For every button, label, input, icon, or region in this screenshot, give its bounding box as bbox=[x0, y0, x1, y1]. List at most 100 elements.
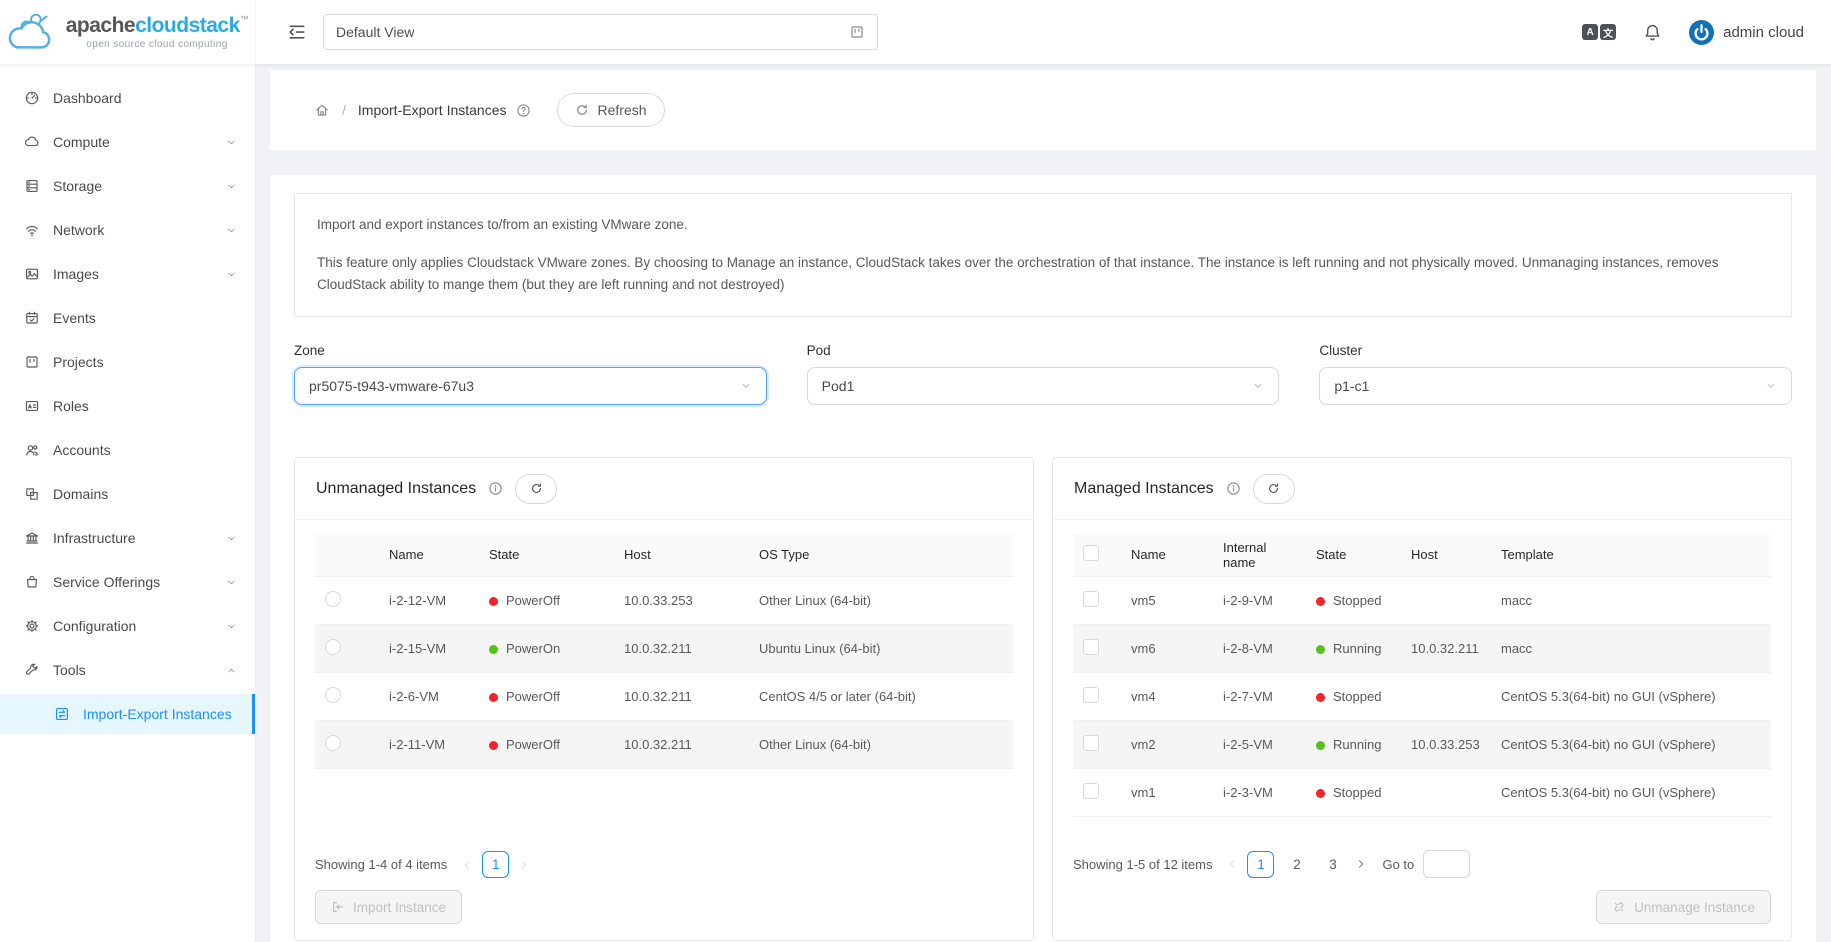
cell-name: vm2 bbox=[1121, 720, 1213, 768]
cell-template: CentOS 5.3(64-bit) no GUI (vSphere) bbox=[1491, 720, 1771, 768]
breadcrumb-bar: / Import-Export Instances Refresh bbox=[270, 70, 1816, 150]
row-radio[interactable] bbox=[325, 735, 341, 751]
cell-os-type: Other Linux (64-bit) bbox=[749, 576, 1013, 624]
unmanage-instance-button[interactable]: Unmanage Instance bbox=[1596, 890, 1771, 924]
cell-name: i-2-12-VM bbox=[379, 576, 479, 624]
row-checkbox[interactable] bbox=[1083, 687, 1099, 703]
unmanaged-refresh-button[interactable] bbox=[515, 474, 557, 504]
selection-column-header bbox=[1073, 534, 1121, 576]
cell-internal-name: i-2-5-VM bbox=[1213, 720, 1306, 768]
cell-host: 10.0.32.211 bbox=[614, 720, 749, 768]
unmanaged-actions: Import Instance bbox=[305, 890, 1023, 924]
refresh-button[interactable]: Refresh bbox=[557, 93, 665, 127]
sidebar-item-import-export-instances[interactable]: Import-Export Instances bbox=[0, 694, 255, 734]
sidebar-item-label: Configuration bbox=[53, 618, 213, 634]
row-checkbox[interactable] bbox=[1083, 783, 1099, 799]
cell-state: PowerOff bbox=[479, 672, 614, 720]
status-dot bbox=[489, 597, 498, 606]
pagination-next-icon[interactable] bbox=[1355, 858, 1367, 870]
status-dot bbox=[1316, 789, 1325, 798]
table-header-row: NameInternal nameStateHostTemplate bbox=[1073, 534, 1771, 576]
cell-host: 10.0.32.211 bbox=[1401, 624, 1491, 672]
chevron-down-icon bbox=[1252, 380, 1264, 392]
sidebar-item-storage[interactable]: Storage bbox=[0, 166, 255, 206]
brand-text: apachecloudstack™ open source cloud comp… bbox=[66, 15, 249, 50]
pod-select-value: Pod1 bbox=[822, 378, 855, 394]
sidebar-item-label: Service Offerings bbox=[53, 574, 213, 590]
sidebar-item-label: Accounts bbox=[53, 442, 237, 458]
notifications-bell-icon[interactable] bbox=[1643, 23, 1662, 42]
cluster-select[interactable]: p1-c1 bbox=[1319, 367, 1792, 405]
user-menu[interactable]: admin cloud bbox=[1689, 20, 1804, 45]
sidebar-item-accounts[interactable]: Accounts bbox=[0, 430, 255, 470]
row-checkbox[interactable] bbox=[1083, 639, 1099, 655]
chevron-down-icon bbox=[226, 577, 237, 588]
chevron-down-icon bbox=[1765, 380, 1777, 392]
row-select-cell bbox=[315, 624, 379, 672]
sidebar-item-images[interactable]: Images bbox=[0, 254, 255, 294]
sidebar-item-events[interactable]: Events bbox=[0, 298, 255, 338]
goto-page-input[interactable] bbox=[1423, 850, 1470, 878]
row-checkbox[interactable] bbox=[1083, 591, 1099, 607]
sidebar-item-projects[interactable]: Projects bbox=[0, 342, 255, 382]
app-logo[interactable]: apachecloudstack™ open source cloud comp… bbox=[0, 0, 256, 64]
cell-host: 10.0.33.253 bbox=[1401, 720, 1491, 768]
home-icon[interactable] bbox=[314, 102, 330, 118]
wifi-icon bbox=[24, 222, 40, 238]
shopping-icon bbox=[24, 574, 40, 590]
chevron-down-icon bbox=[226, 137, 237, 148]
cell-internal-name: i-2-8-VM bbox=[1213, 624, 1306, 672]
view-selector[interactable]: Default View bbox=[323, 14, 878, 50]
pagination-page-2[interactable]: 2 bbox=[1283, 851, 1310, 878]
managed-refresh-button[interactable] bbox=[1253, 474, 1295, 504]
zone-select[interactable]: pr5075-t943-vmware-67u3 bbox=[294, 367, 767, 405]
sidebar-item-compute[interactable]: Compute bbox=[0, 122, 255, 162]
status-dot bbox=[489, 645, 498, 654]
pagination-page-3[interactable]: 3 bbox=[1319, 851, 1346, 878]
sidebar-item-domains[interactable]: Domains bbox=[0, 474, 255, 514]
translation-icon[interactable]: A文 bbox=[1582, 24, 1616, 40]
help-question-icon[interactable] bbox=[516, 103, 531, 118]
row-radio[interactable] bbox=[325, 687, 341, 703]
team-icon bbox=[24, 442, 40, 458]
sidebar-item-tools[interactable]: Tools bbox=[0, 650, 255, 690]
column-header-os-type: OS Type bbox=[749, 534, 1013, 576]
managed-actions: Unmanage Instance bbox=[1063, 890, 1781, 924]
cell-state: PowerOff bbox=[479, 576, 614, 624]
table-row: i-2-6-VMPowerOff10.0.32.211CentOS 4/5 or… bbox=[315, 672, 1013, 720]
cell-host bbox=[1401, 672, 1491, 720]
sidebar-item-roles[interactable]: Roles bbox=[0, 386, 255, 426]
pagination-page-1[interactable]: 1 bbox=[1247, 851, 1274, 878]
import-instance-button[interactable]: Import Instance bbox=[315, 890, 462, 924]
sidebar-item-dashboard[interactable]: Dashboard bbox=[0, 78, 255, 118]
chevron-down-icon bbox=[226, 225, 237, 236]
reload-icon bbox=[530, 482, 543, 495]
row-select-cell bbox=[315, 720, 379, 768]
status-dot bbox=[1316, 741, 1325, 750]
sidebar-item-configuration[interactable]: Configuration bbox=[0, 606, 255, 646]
cell-state: Running bbox=[1306, 624, 1401, 672]
pod-select[interactable]: Pod1 bbox=[807, 367, 1280, 405]
column-header-state: State bbox=[1306, 534, 1401, 576]
scope-filters: Zone pr5075-t943-vmware-67u3 Pod Pod1 Cl… bbox=[294, 343, 1792, 405]
sidebar-item-infrastructure[interactable]: Infrastructure bbox=[0, 518, 255, 558]
import-instance-label: Import Instance bbox=[353, 900, 446, 915]
sidebar-item-label: Tools bbox=[53, 662, 213, 678]
select-all-checkbox[interactable] bbox=[1083, 545, 1099, 561]
row-radio[interactable] bbox=[325, 639, 341, 655]
pagination-next-icon bbox=[518, 859, 530, 871]
sidebar-item-service-offerings[interactable]: Service Offerings bbox=[0, 562, 255, 602]
row-radio[interactable] bbox=[325, 591, 341, 607]
cell-os-type: CentOS 4/5 or later (64-bit) bbox=[749, 672, 1013, 720]
status-dot bbox=[489, 741, 498, 750]
cell-host: 10.0.32.211 bbox=[614, 672, 749, 720]
cluster-label: Cluster bbox=[1319, 343, 1792, 358]
menu-fold-icon[interactable] bbox=[287, 22, 307, 42]
cell-internal-name: i-2-9-VM bbox=[1213, 576, 1306, 624]
description-line-2: This feature only applies Cloudstack VMw… bbox=[317, 252, 1769, 296]
pagination-page-1[interactable]: 1 bbox=[482, 851, 509, 878]
sidebar-item-network[interactable]: Network bbox=[0, 210, 255, 250]
row-checkbox[interactable] bbox=[1083, 735, 1099, 751]
cell-name: vm5 bbox=[1121, 576, 1213, 624]
sidebar-item-label: Projects bbox=[53, 354, 237, 370]
